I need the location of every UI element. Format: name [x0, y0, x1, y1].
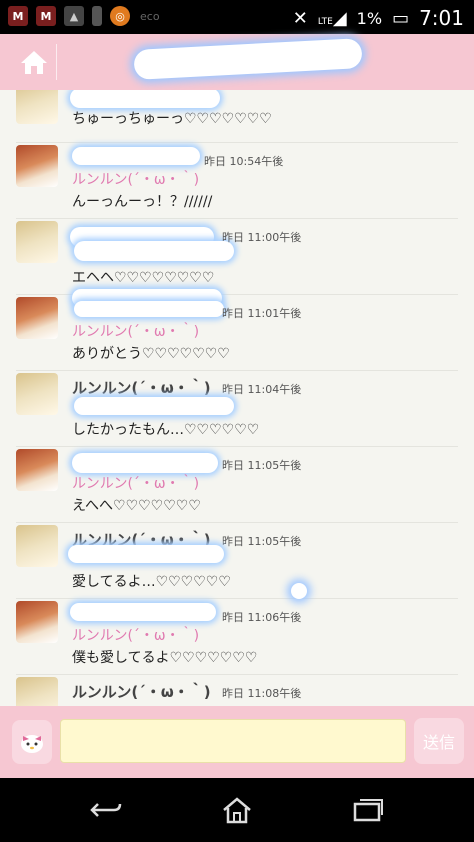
orange-circle-icon: ◎ [110, 6, 130, 26]
message-text: 僕も愛してるよ♡♡♡♡♡♡♡ [72, 650, 258, 666]
avatar[interactable] [16, 373, 58, 415]
redacted-name [70, 90, 220, 108]
redaction-mark [291, 583, 307, 599]
vibrate-icon: ✕ [292, 7, 308, 29]
input-bar: 送信 [0, 706, 474, 778]
list-item: 昨日 10:54午後 ルンルン(´・ω・｀) んーっんーっ！？////// [0, 145, 474, 221]
list-item: ルンルン(´・ω・｀) 昨日 11:04午後 したかったもん…♡♡♡♡♡♡ [0, 373, 474, 449]
redacted-name [74, 301, 224, 317]
avatar[interactable] [16, 297, 58, 339]
nav-bar [0, 778, 474, 842]
sender-name: ルンルン(´・ω・｀) [72, 476, 200, 492]
avatar[interactable] [16, 449, 58, 491]
back-icon [90, 803, 122, 817]
avatar[interactable] [16, 90, 58, 124]
timestamp: 昨日 11:04午後 [222, 383, 302, 396]
picture-icon: ▲ [64, 6, 84, 26]
home-nav-button[interactable] [207, 790, 267, 830]
list-item: 昨日 11:01午後 ルンルン(´・ω・｀) ありがとう♡♡♡♡♡♡♡ [0, 289, 474, 373]
sender-name: ルンルン(´・ω・｀) [72, 683, 211, 701]
avatar[interactable] [16, 601, 58, 643]
sender-name: ルンルン(´・ω・｀) [72, 172, 200, 188]
battery-small-icon [92, 6, 102, 26]
timestamp: 昨日 11:01午後 [222, 307, 302, 320]
sender-name: ルンルン(´・ω・｀) [72, 379, 211, 397]
redacted-name [74, 241, 234, 261]
home-icon [223, 797, 251, 824]
status-bar: M M ▲ ◎ eco ✕ LTE◢ 1% ▭ 7:01 [0, 0, 474, 34]
redacted-name [72, 453, 218, 473]
timestamp: 昨日 11:06午後 [222, 611, 302, 624]
chat-list[interactable]: ちゅーっちゅーっ♡♡♡♡♡♡♡ 昨日 10:54午後 ルンルン(´・ω・｀) ん… [0, 90, 474, 706]
redacted-name [70, 603, 216, 621]
timestamp: 昨日 11:05午後 [222, 535, 302, 548]
message-text: ちゅーっちゅーっ♡♡♡♡♡♡♡ [72, 111, 272, 127]
list-item: ルンルン(´・ω・｀) 昨日 11:05午後 愛してるよ…♡♡♡♡♡♡ [0, 525, 474, 601]
list-item: ルンルン(´・ω・｀) 昨日 11:08午後 [0, 677, 474, 706]
mcafee-icon: M [8, 6, 28, 26]
send-button[interactable]: 送信 [414, 718, 464, 764]
message-text: えへへ♡♡♡♡♡♡♡ [72, 498, 201, 514]
avatar[interactable] [16, 525, 58, 567]
avatar[interactable] [16, 221, 58, 263]
message-text: 愛してるよ…♡♡♡♡♡♡ [72, 574, 231, 590]
redacted-name [68, 545, 224, 563]
avatar[interactable] [16, 145, 58, 187]
mcafee-icon: M [36, 6, 56, 26]
timestamp: 昨日 11:08午後 [222, 687, 302, 700]
battery-icon: ▭ [392, 7, 410, 29]
message-input[interactable] [60, 719, 406, 763]
list-item: 昨日 11:06午後 ルンルン(´・ω・｀) 僕も愛してるよ♡♡♡♡♡♡♡ [0, 601, 474, 677]
redacted-title [133, 38, 363, 80]
message-text: んーっんーっ！？////// [72, 194, 213, 210]
sender-name: ルンルン(´・ω・｀) [72, 324, 200, 340]
message-text: ありがとう♡♡♡♡♡♡♡ [72, 346, 230, 362]
message-text: したかったもん…♡♡♡♡♡♡ [72, 422, 260, 438]
timestamp: 昨日 10:54午後 [204, 155, 284, 168]
timestamp: 昨日 11:00午後 [222, 231, 302, 244]
recents-button[interactable] [338, 790, 398, 830]
sticker-icon [21, 735, 43, 753]
eco-label: eco [140, 9, 160, 23]
sender-name: ルンルン(´・ω・｀) [72, 628, 200, 644]
clock: 7:01 [419, 6, 464, 30]
home-button[interactable] [12, 44, 57, 80]
back-button[interactable] [76, 790, 136, 830]
lte-signal-icon: LTE◢ [317, 7, 347, 29]
sticker-button[interactable] [12, 720, 52, 764]
home-icon [21, 51, 47, 74]
list-item: 昨日 11:00午後 エヘヘ♡♡♡♡♡♡♡♡ [0, 221, 474, 297]
top-bar [0, 34, 474, 90]
battery-percent: 1% [356, 8, 383, 28]
avatar[interactable] [16, 677, 58, 706]
timestamp: 昨日 11:05午後 [222, 459, 302, 472]
redacted-name [74, 397, 234, 415]
recents-icon [353, 799, 383, 822]
redacted-name [72, 147, 200, 165]
message-text: エヘヘ♡♡♡♡♡♡♡♡ [72, 270, 215, 286]
list-item: 昨日 11:05午後 ルンルン(´・ω・｀) えへへ♡♡♡♡♡♡♡ [0, 449, 474, 525]
